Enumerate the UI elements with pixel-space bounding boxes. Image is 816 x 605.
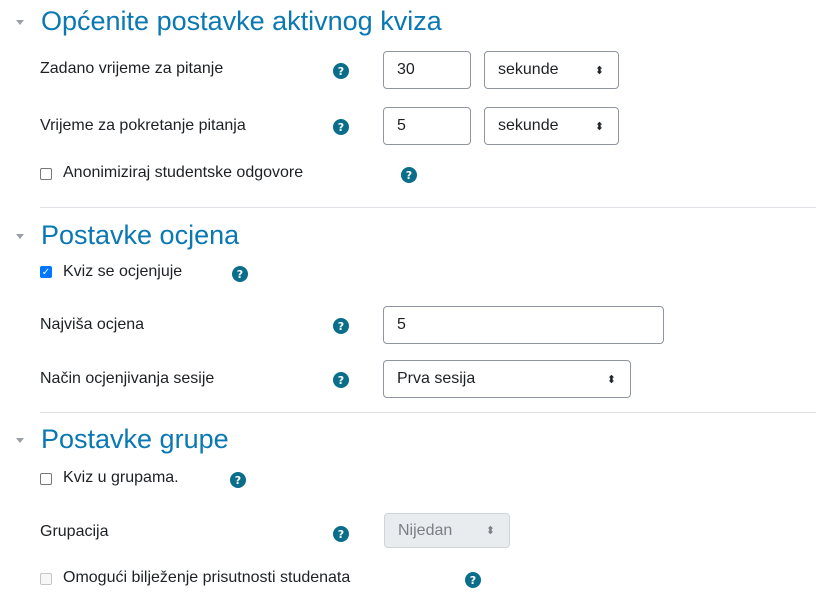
max-grade-input[interactable]: 5 bbox=[383, 306, 664, 344]
attendance-label: Omogući bilježenje prisutnosti studenata bbox=[63, 569, 351, 586]
collapse-icon bbox=[16, 233, 24, 239]
help-icon[interactable]: ? bbox=[401, 167, 417, 183]
section-title: Postavke grupe bbox=[41, 424, 229, 454]
collapse-icon bbox=[16, 437, 24, 443]
help-icon[interactable]: ? bbox=[465, 572, 481, 588]
help-icon[interactable]: ? bbox=[333, 119, 349, 135]
start-time-unit-select[interactable]: sekunde ⬍ bbox=[484, 107, 619, 145]
session-grading-label: Način ocjenjivanja sesije bbox=[40, 370, 215, 387]
attendance-checkbox[interactable] bbox=[40, 573, 52, 585]
help-icon[interactable]: ? bbox=[333, 318, 349, 334]
section-header-general[interactable]: Općenite postavke aktivnog kviza bbox=[13, 6, 442, 37]
sort-icon: ⬍ bbox=[594, 63, 604, 77]
section-header-groups[interactable]: Postavke grupe bbox=[13, 424, 229, 455]
group-mode-label: Kviz u grupama. bbox=[63, 469, 179, 486]
section-header-grading[interactable]: Postavke ocjena bbox=[13, 220, 239, 251]
question-time-unit-select[interactable]: sekunde ⬍ bbox=[484, 51, 619, 89]
max-grade-label: Najviša ocjena bbox=[40, 316, 145, 333]
help-icon[interactable]: ? bbox=[333, 63, 349, 79]
help-icon[interactable]: ? bbox=[333, 372, 349, 388]
start-time-input[interactable]: 5 bbox=[383, 107, 471, 145]
question-time-label: Zadano vrijeme za pitanje bbox=[40, 60, 224, 77]
sort-icon: ⬍ bbox=[594, 119, 604, 133]
anonymize-checkbox[interactable] bbox=[40, 168, 52, 180]
help-icon[interactable]: ? bbox=[232, 266, 248, 282]
session-grading-select[interactable]: Prva sesija ⬍ bbox=[383, 360, 631, 398]
group-mode-checkbox[interactable] bbox=[40, 473, 52, 485]
start-time-label: Vrijeme za pokretanje pitanja bbox=[40, 117, 246, 134]
divider bbox=[40, 207, 816, 208]
grouping-label: Grupacija bbox=[40, 523, 109, 540]
help-icon[interactable]: ? bbox=[333, 526, 349, 542]
section-title: Općenite postavke aktivnog kviza bbox=[41, 6, 442, 36]
grouping-select[interactable]: Nijedan ⬍ bbox=[384, 513, 510, 548]
sort-icon: ⬍ bbox=[606, 372, 616, 386]
collapse-icon bbox=[16, 19, 24, 25]
sort-icon: ⬍ bbox=[485, 524, 495, 537]
anonymize-label: Anonimiziraj studentske odgovore bbox=[63, 164, 304, 181]
graded-checkbox[interactable]: ✓ bbox=[40, 266, 52, 278]
section-title: Postavke ocjena bbox=[41, 220, 240, 250]
question-time-input[interactable]: 30 bbox=[383, 51, 471, 89]
graded-label: Kviz se ocjenjuje bbox=[63, 263, 183, 280]
help-icon[interactable]: ? bbox=[230, 472, 246, 488]
divider bbox=[40, 412, 816, 413]
